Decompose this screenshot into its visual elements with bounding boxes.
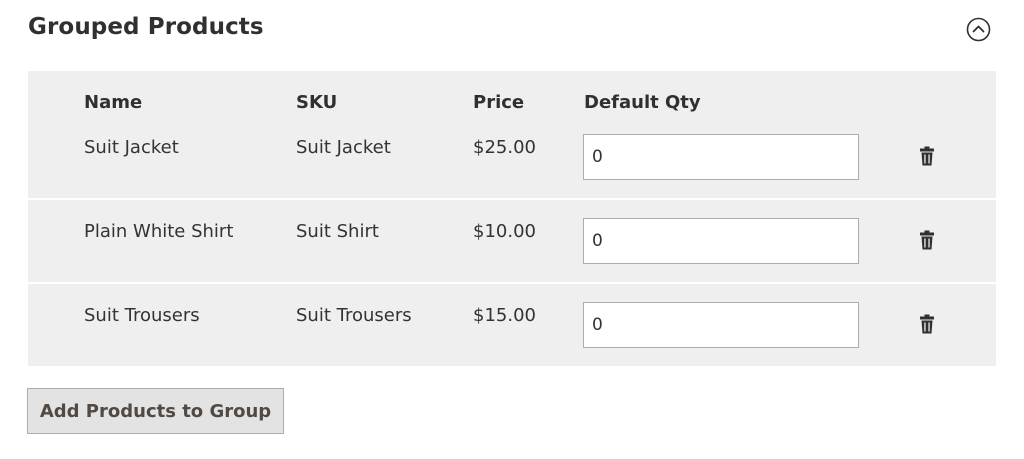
section-header: Grouped Products [28,12,996,48]
row-sku: Suit Jacket [296,137,391,158]
add-products-to-group-button[interactable]: Add Products to Group [27,388,284,434]
default-qty-input[interactable] [583,134,859,180]
trash-icon[interactable] [919,146,935,166]
row-name: Plain White Shirt [84,221,234,242]
grouped-products-grid: Name SKU Price Default Qty Suit Jacket S… [28,71,996,366]
trash-icon[interactable] [919,314,935,334]
table-row: Suit Jacket Suit Jacket $25.00 [28,71,996,198]
default-qty-input[interactable] [583,302,859,348]
trash-icon[interactable] [919,230,935,250]
row-price: $15.00 [473,305,536,326]
row-sku: Suit Trousers [296,305,412,326]
row-sku: Suit Shirt [296,221,379,242]
table-row: Suit Trousers Suit Trousers $15.00 [28,284,996,366]
row-name: Suit Trousers [84,305,200,326]
default-qty-input[interactable] [583,218,859,264]
row-price: $10.00 [473,221,536,242]
chevron-up-circle-icon[interactable] [966,17,991,42]
row-name: Suit Jacket [84,137,179,158]
row-price: $25.00 [473,137,536,158]
table-row: Plain White Shirt Suit Shirt $10.00 [28,200,996,282]
section-title: Grouped Products [28,14,264,40]
